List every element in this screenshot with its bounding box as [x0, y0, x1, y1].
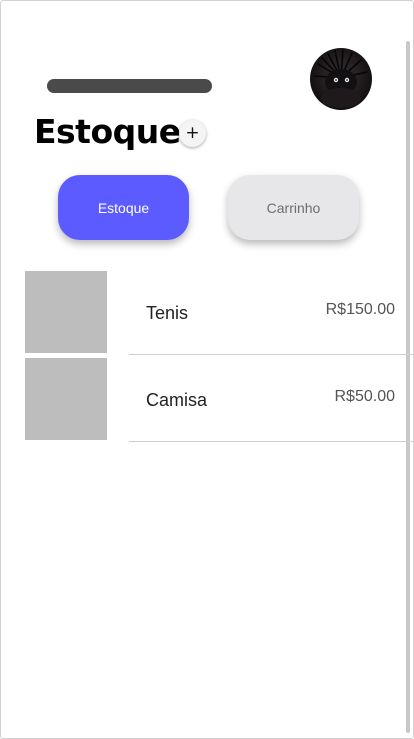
list-divider — [129, 354, 414, 355]
product-price: R$150.00 — [325, 301, 395, 318]
avatar-image — [310, 48, 372, 110]
product-name: Camisa — [146, 390, 208, 410]
product-name: Tenis — [146, 303, 189, 323]
plus-icon: + — [185, 123, 200, 143]
product-thumbnail — [25, 271, 107, 353]
tab-carrinho-button[interactable]: Carrinho — [228, 175, 359, 240]
product-price: R$50.00 — [334, 388, 396, 405]
tab-estoque-button[interactable]: Estoque — [58, 175, 189, 240]
avatar[interactable] — [310, 48, 372, 110]
tab-estoque-label: Estoque — [97, 199, 150, 216]
list-item[interactable]: Camisa R$50.00 — [0, 356, 414, 442]
add-product-button[interactable]: + — [179, 120, 206, 147]
product-thumbnail — [25, 358, 107, 440]
page-title: Estoque — [34, 112, 181, 151]
top-pill-bar — [47, 79, 212, 93]
tab-carrinho-label: Carrinho — [266, 199, 321, 216]
list-divider — [129, 441, 414, 442]
list-item[interactable]: Tenis R$150.00 — [0, 269, 414, 355]
